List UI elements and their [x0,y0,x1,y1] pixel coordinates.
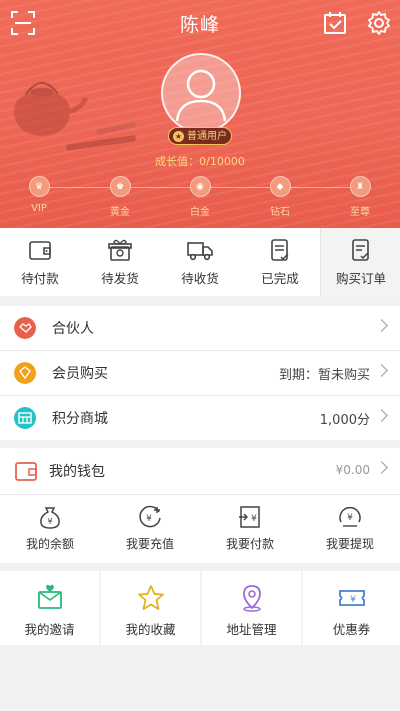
points-value: 1,000分 [319,413,370,428]
grid-item-label: 优惠券 [332,622,371,637]
growth-value: 成长值：0/10000 [155,155,245,168]
recharge-icon: ¥ [139,505,161,528]
clipboard-check-icon [352,239,369,261]
menu-item-partner[interactable]: 合伙人 [0,306,400,351]
coupons[interactable]: ¥ 优惠券 [303,571,400,645]
grid-item-label: 地址管理 [226,622,277,637]
points-store-icon [14,407,36,429]
profile-header: 陈峰 ★ 普通用户 成长值：0/10000 ♛ VIP ♚ 黄金 ◉ 白金 ◆ … [0,0,400,228]
diamond-icon: ◆ [269,176,291,197]
order-label: 待付款 [21,271,59,286]
my-invitations[interactable]: 我的邀请 [0,571,99,645]
order-pending-payment[interactable]: 待付款 [0,228,80,296]
wallet-action-label: 我要提现 [325,537,374,551]
wallet-icon [29,241,51,260]
order-pending-receipt[interactable]: 待收货 [160,228,240,296]
level-label: 钻石 [270,207,290,218]
svg-text:¥: ¥ [347,513,353,523]
services-grid: 我的邀请 我的收藏 地址管理 ¥ 优惠券 [0,571,400,645]
my-wallet-row[interactable]: 我的钱包 ¥0.00 [0,448,400,495]
purchase-orders[interactable]: 购买订单 [320,228,400,296]
wallet-label: 我的钱包 [49,464,105,480]
order-pending-shipment[interactable]: 待发货 [80,228,160,296]
gift-box-icon [108,239,132,261]
grid-item-label: 我的收藏 [125,622,176,637]
menu-list: 合伙人 会员购买 到期：暂未购买 积分商城 1,000分 [0,306,400,440]
level-platinum: ◉ 白金 [180,176,220,218]
clipboard-done-icon [271,239,289,261]
my-favorites[interactable]: 我的收藏 [101,571,200,645]
svg-text:¥: ¥ [251,514,257,524]
payment-icon: ¥ [239,506,260,528]
wallet-actions: ¥ 我的余额 ¥ 我要充值 ¥ 我要付款 ¥ 我要提现 [0,495,400,563]
star-icon: ★ [173,131,184,142]
chevron-right-icon [375,409,388,422]
chevron-right-icon [375,319,388,332]
address-management[interactable]: 地址管理 [202,571,301,645]
level-label: 至尊 [350,207,370,218]
order-completed[interactable]: 已完成 [240,228,320,296]
menu-item-label: 会员购买 [52,366,108,382]
membership-expiry: 到期：暂未购买 [278,368,370,383]
gift-icon: ♜ [349,176,371,197]
order-label: 待收货 [181,271,219,286]
order-status-bar: 待付款 待发货 待收货 已完成 购买订单 [0,228,400,296]
medal-icon: ◉ [189,176,211,197]
wallet-action-label: 我的余额 [25,537,74,551]
level-supreme: ♜ 至尊 [340,176,380,218]
level-label: 黄金 [110,207,130,218]
order-label: 已完成 [261,271,299,286]
chevron-right-icon [375,364,388,377]
level-diamond: ◆ 钻石 [260,176,300,218]
order-label: 待发货 [101,271,139,286]
menu-item-label: 合伙人 [52,321,94,337]
membership-diamond-icon [14,362,36,384]
menu-item-label: 积分商城 [52,411,108,427]
svg-text:¥: ¥ [47,517,52,526]
level-label: VIP [31,203,47,214]
wallet-action-label: 我要付款 [225,537,274,551]
wallet-balance: ¥0.00 [335,463,370,477]
partner-handshake-icon [14,317,36,339]
order-label: 购买订单 [335,271,386,286]
pay-button[interactable]: ¥ 我要付款 [200,495,300,563]
menu-item-membership[interactable]: 会员购买 到期：暂未购买 [0,351,400,396]
settings-gear-icon[interactable] [366,10,392,36]
user-level-badge: ★ 普通用户 [168,127,232,145]
my-balance-button[interactable]: ¥ 我的余额 [0,495,100,563]
coupon-icon: ¥ [338,590,365,606]
wallet-action-label: 我要充值 [125,537,174,551]
level-gold: ♚ 黄金 [100,176,140,218]
money-bag-icon: ¥ [40,507,60,529]
svg-text:¥: ¥ [350,595,356,605]
withdraw-button[interactable]: ¥ 我要提现 [300,495,400,563]
star-icon [137,585,164,610]
location-pin-icon [242,585,261,612]
level-label: 白金 [190,207,210,218]
truck-icon [187,242,213,261]
recharge-button[interactable]: ¥ 我要充值 [100,495,200,563]
svg-text:¥: ¥ [146,514,152,524]
crown-icon: ♚ [109,176,131,197]
wallet-icon [15,462,37,481]
teapot-illustration [14,82,136,151]
avatar[interactable] [161,53,241,133]
user-level-label: 普通用户 [187,131,227,142]
grid-item-label: 我的邀请 [24,622,75,637]
calendar-checkin-icon[interactable] [322,10,348,36]
level-vip: ♛ VIP [19,176,59,214]
default-avatar-icon [175,69,227,122]
chevron-right-icon [375,461,388,474]
menu-item-points-mall[interactable]: 积分商城 1,000分 [0,396,400,440]
invitation-envelope-icon [37,584,62,609]
vip-crown-icon: ♛ [28,176,50,197]
withdraw-icon: ¥ [339,506,361,527]
